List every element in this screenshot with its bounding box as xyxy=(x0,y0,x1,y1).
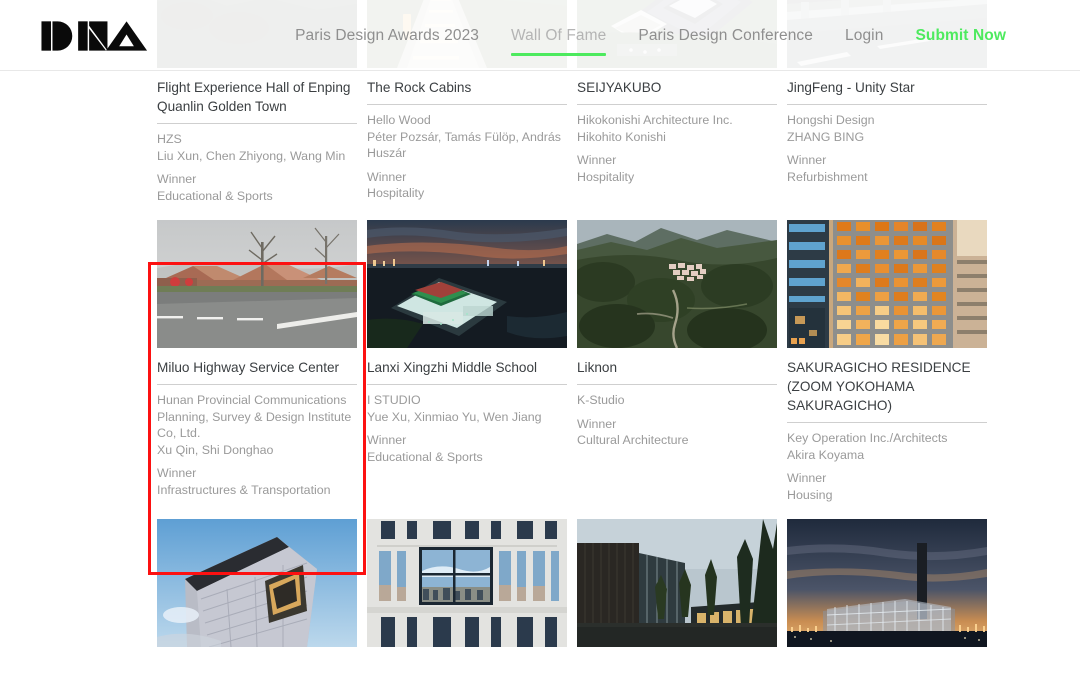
card-title[interactable]: Miluo Highway Service Center xyxy=(157,358,357,385)
row-spacer xyxy=(157,204,989,220)
nav-item-wall-of-fame[interactable]: Wall Of Fame xyxy=(511,21,607,56)
card-studio: Key Operation Inc./Architects xyxy=(787,431,948,445)
card-thumbnail[interactable] xyxy=(157,220,357,348)
card-meta: Key Operation Inc./Architects Akira Koya… xyxy=(787,430,987,503)
card-meta: HZS Liu Xun, Chen Zhiyong, Wang Min Winn… xyxy=(157,131,357,204)
row-spacer xyxy=(157,503,989,519)
award-card-selected[interactable]: Miluo Highway Service Center Hunan Provi… xyxy=(157,220,357,503)
card-authors: Liu Xun, Chen Zhiyong, Wang Min xyxy=(157,148,346,163)
card-authors: Hikohito Konishi xyxy=(577,129,666,144)
card-meta: I STUDIO Yue Xu, Xinmiao Yu, Wen Jiang W… xyxy=(367,392,567,465)
award-card[interactable]: Lanxi Xingzhi Middle School I STUDIO Yue… xyxy=(367,220,567,503)
nav-item-paris-design-awards[interactable]: Paris Design Awards 2023 xyxy=(295,21,479,51)
card-title[interactable]: SEIJYAKUBO xyxy=(577,78,777,105)
aerial-school-campus-sunset-image xyxy=(367,220,567,348)
angular-stone-clad-building-blue-sky-image xyxy=(157,519,357,647)
hillside-village-mountains-image xyxy=(577,220,777,348)
card-meta: Hikokonishi Architecture Inc. Hikohito K… xyxy=(577,112,777,185)
card-studio: K-Studio xyxy=(577,393,625,407)
card-meta: Hunan Provincial Communications Planning… xyxy=(157,392,357,498)
card-category: Educational & Sports xyxy=(367,449,483,464)
card-row xyxy=(157,519,989,647)
card-authors: Xu Qin, Shi Donghao xyxy=(157,442,274,457)
card-authors: ZHANG BING xyxy=(787,129,865,144)
card-award: Winner xyxy=(577,153,617,167)
active-nav-underline xyxy=(511,53,607,56)
dark-timber-house-pine-forest-image xyxy=(577,519,777,647)
brick-roof-service-center-overcast-image xyxy=(157,220,357,348)
card-award: Winner xyxy=(367,433,407,447)
card-title[interactable]: Lanxi Xingzhi Middle School xyxy=(367,358,567,385)
nav-item-paris-design-conference[interactable]: Paris Design Conference xyxy=(638,21,813,51)
card-studio: Hikokonishi Architecture Inc. xyxy=(577,113,733,127)
nav-label: Paris Design Awards 2023 xyxy=(295,26,480,44)
card-thumbnail[interactable] xyxy=(577,519,777,647)
card-thumbnail[interactable] xyxy=(157,519,357,647)
award-card[interactable] xyxy=(787,519,987,647)
award-card[interactable]: Liknon K-Studio Winner Cultural Architec… xyxy=(577,220,777,503)
main-nav: Paris Design Awards 2023 Wall Of Fame Pa… xyxy=(0,0,1080,71)
card-category: Infrastructures & Transportation xyxy=(157,482,331,497)
card-title[interactable]: Liknon xyxy=(577,358,777,385)
card-row: Miluo Highway Service Center Hunan Provi… xyxy=(157,220,989,503)
nav-item-login[interactable]: Login xyxy=(845,21,883,51)
nav-label: Paris Design Conference xyxy=(638,26,813,44)
card-authors: Yue Xu, Xinmiao Yu, Wen Jiang xyxy=(367,409,542,424)
award-card[interactable]: SAKURAGICHO RESIDENCE (ZOOM YOKOHAMA SAK… xyxy=(787,220,987,503)
card-studio: Hongshi Design xyxy=(787,113,875,127)
card-category: Refurbishment xyxy=(787,169,868,184)
card-authors: Akira Koyama xyxy=(787,447,865,462)
card-title[interactable]: The Rock Cabins xyxy=(367,78,567,105)
award-card[interactable] xyxy=(367,519,567,647)
card-award: Winner xyxy=(157,466,197,480)
card-award: Winner xyxy=(577,416,617,431)
nav-item-submit-now[interactable]: Submit Now xyxy=(915,21,1006,51)
nav-label: Submit Now xyxy=(915,26,1006,44)
site-header: Paris Design Awards 2023 Wall Of Fame Pa… xyxy=(0,0,1080,71)
card-studio: HZS xyxy=(157,132,182,146)
card-category: Housing xyxy=(787,487,833,502)
card-category: Cultural Architecture xyxy=(577,433,689,447)
card-studio: Hello Wood xyxy=(367,113,431,127)
award-card[interactable] xyxy=(157,519,357,647)
card-award: Winner xyxy=(157,172,197,186)
card-title[interactable]: JingFeng - Unity Star xyxy=(787,78,987,105)
card-category: Hospitality xyxy=(367,186,425,200)
card-title[interactable]: Flight Experience Hall of Enping Quanlin… xyxy=(157,78,357,124)
card-studio: Hunan Provincial Communications Planning… xyxy=(157,393,352,440)
card-thumbnail[interactable] xyxy=(787,519,987,647)
card-meta: Hongshi Design ZHANG BING Winner Refurbi… xyxy=(787,112,987,185)
card-meta: Hello Wood Péter Pozsár, Tamás Fülöp, An… xyxy=(367,112,567,202)
card-thumbnail[interactable] xyxy=(787,220,987,348)
lit-window-grid-facade-dusk-image xyxy=(787,220,987,348)
card-authors: Péter Pozsár, Tamás Fülöp, András Huszár xyxy=(367,129,561,161)
card-thumbnail[interactable] xyxy=(577,220,777,348)
glass-pavilion-city-dusk-chimney-image xyxy=(787,519,987,647)
nav-label: Login xyxy=(845,26,884,44)
card-thumbnail[interactable] xyxy=(367,519,567,647)
card-award: Winner xyxy=(787,153,827,167)
card-title[interactable]: SAKURAGICHO RESIDENCE (ZOOM YOKOHAMA SAK… xyxy=(787,358,987,423)
award-card[interactable] xyxy=(577,519,777,647)
card-thumbnail[interactable] xyxy=(367,220,567,348)
white-facade-reflective-windows-image xyxy=(367,519,567,647)
wall-of-fame-grid: Flight Experience Hall of Enping Quanlin… xyxy=(157,0,989,647)
card-category: Educational & Sports xyxy=(157,188,273,203)
card-category: Hospitality xyxy=(577,169,635,184)
card-award: Winner xyxy=(787,471,827,485)
card-studio: I STUDIO xyxy=(367,393,421,407)
page-root: Flight Experience Hall of Enping Quanlin… xyxy=(0,0,1080,682)
nav-label: Wall Of Fame xyxy=(511,26,607,44)
card-award: Winner xyxy=(367,169,407,184)
card-meta: K-Studio Winner Cultural Architecture xyxy=(577,392,777,449)
